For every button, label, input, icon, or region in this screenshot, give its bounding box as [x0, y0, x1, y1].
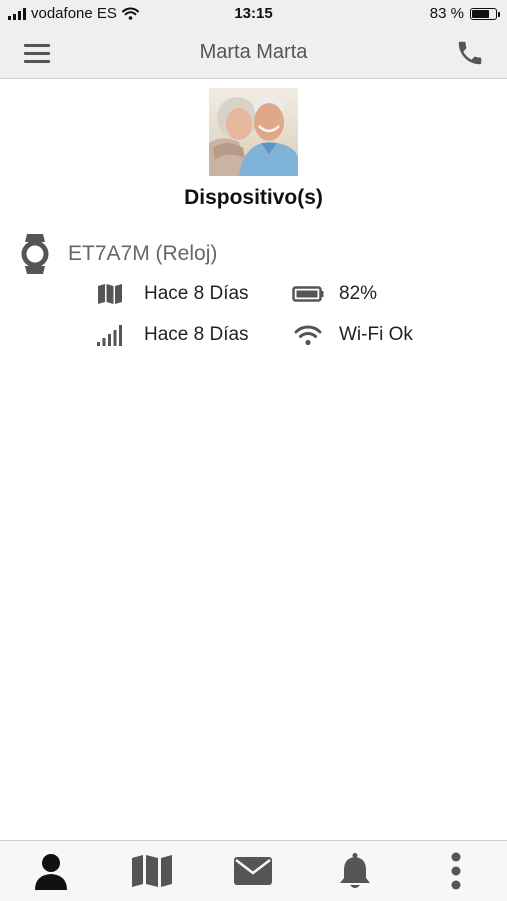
tab-bar: [0, 840, 507, 901]
tab-more[interactable]: [421, 841, 491, 901]
avatar: [209, 88, 298, 176]
more-vertical-icon: [451, 852, 461, 890]
tab-alerts[interactable]: [320, 841, 390, 901]
person-icon: [35, 854, 67, 890]
tab-profile[interactable]: [16, 841, 86, 901]
device-info-row-signal: Hace 8 Días Wi-Fi Ok: [96, 323, 413, 347]
device-info-row-location: Hace 8 Días 82%: [96, 282, 377, 306]
device-row[interactable]: ET7A7M (Reloj): [18, 232, 217, 276]
battery-icon: [291, 282, 325, 306]
device-battery: 82%: [339, 283, 378, 304]
signal-updated: Hace 8 Días: [144, 324, 249, 345]
wifi-icon: [291, 323, 325, 347]
section-title: Dispositivo(s): [184, 186, 323, 209]
bell-icon: [340, 853, 370, 888]
nav-bar: Marta Marta: [0, 28, 507, 79]
map-icon: [96, 282, 124, 306]
map-icon: [132, 855, 172, 887]
watch-icon: [21, 234, 49, 274]
envelope-icon: [234, 857, 272, 885]
location-updated: Hace 8 Días: [144, 283, 249, 304]
phone-icon[interactable]: [455, 38, 485, 68]
battery-status-icon: [470, 7, 500, 20]
signal-strength-icon: [96, 323, 124, 347]
wifi-status: Wi-Fi Ok: [339, 324, 413, 345]
tab-messages[interactable]: [218, 841, 288, 901]
tab-map[interactable]: [117, 841, 187, 901]
status-right: 83 %: [429, 5, 500, 22]
page-title: Marta Marta: [199, 41, 308, 63]
status-bar: vodafone ES 13:15 83 %: [0, 0, 507, 28]
device-name: ET7A7M (Reloj): [68, 242, 218, 265]
battery-percentage: 83 %: [429, 5, 464, 22]
